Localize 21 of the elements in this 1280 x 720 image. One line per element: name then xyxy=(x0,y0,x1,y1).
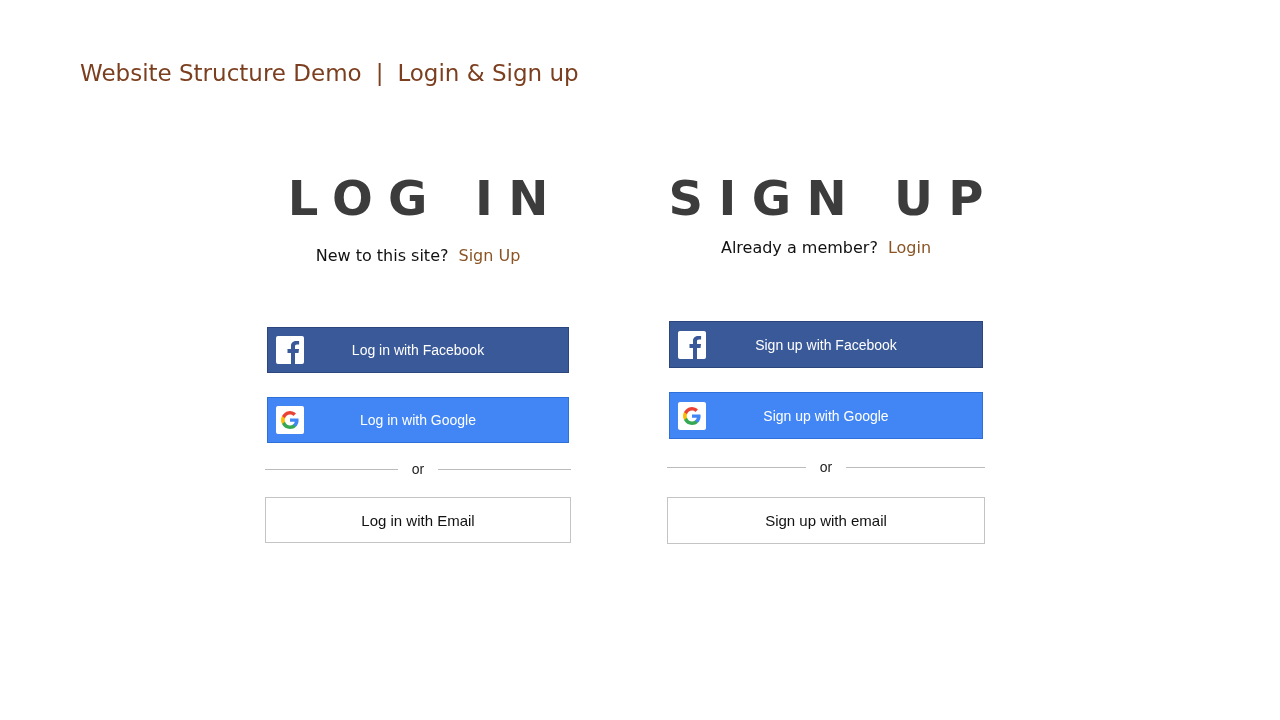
facebook-button[interactable]: Sign up with Facebook xyxy=(669,321,983,368)
email-button[interactable]: Log in with Email xyxy=(265,497,571,543)
facebook-button[interactable]: Log in with Facebook xyxy=(267,327,569,373)
switch-link[interactable]: Sign Up xyxy=(458,246,521,265)
facebook-icon xyxy=(678,330,706,359)
slide-title: Website Structure Demo xyxy=(80,60,362,86)
signup-heading: SIGN UP xyxy=(668,170,999,226)
divider-text: or xyxy=(819,459,833,475)
google-icon xyxy=(678,401,706,430)
login-heading: LOG IN xyxy=(287,170,564,226)
prompt-text: Already a member? xyxy=(720,238,878,257)
google-icon xyxy=(276,406,304,434)
divider-text: or xyxy=(411,461,425,477)
switch-link[interactable]: Login xyxy=(887,238,932,257)
email-button[interactable]: Sign up with email xyxy=(667,497,985,544)
prompt-text: New to this site? xyxy=(315,246,449,265)
google-button[interactable]: Log in with Google xyxy=(267,397,569,443)
facebook-icon xyxy=(276,336,304,364)
slide-subtitle: Login & Sign up xyxy=(397,60,579,86)
google-button[interactable]: Sign up with Google xyxy=(669,392,983,439)
title-separator: | xyxy=(375,60,384,86)
